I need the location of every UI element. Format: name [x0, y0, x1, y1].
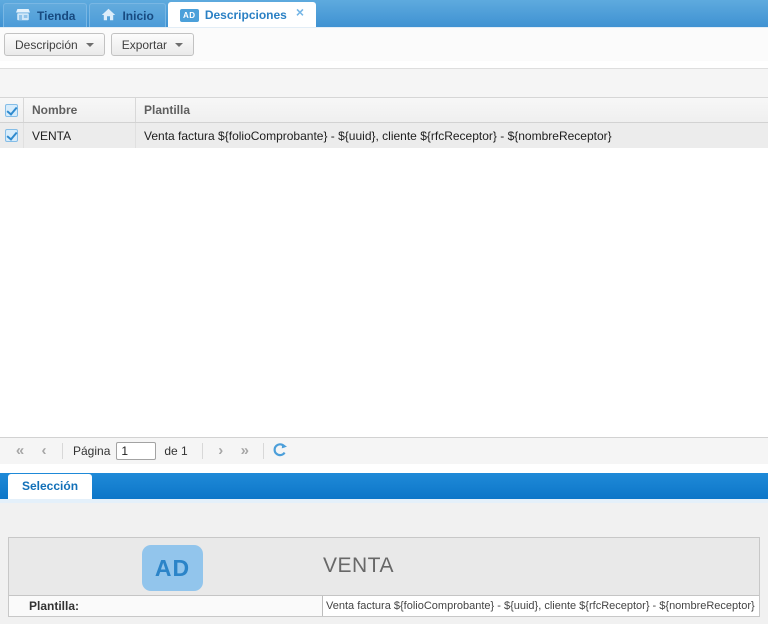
page-number-input[interactable]: [116, 442, 156, 460]
button-label: Exportar: [122, 38, 167, 52]
tab-label: Inicio: [122, 9, 153, 23]
selection-detail-card: AD VENTA Plantilla: Venta factura ${foli…: [8, 537, 760, 617]
exportar-menu-button[interactable]: Exportar: [111, 33, 194, 56]
next-page-button[interactable]: ›: [209, 441, 233, 461]
app-window: Tienda Inicio AD Descripciones × Descrip…: [0, 0, 768, 624]
selection-tabbar: Selección: [0, 473, 768, 499]
empty-dock-strip: [0, 68, 768, 97]
cell-plantilla: Venta factura ${folioComprobante} - ${uu…: [136, 123, 768, 148]
selection-panel-body: AD VENTA Plantilla: Venta factura ${foli…: [0, 503, 768, 624]
chevron-down-icon: [86, 43, 94, 47]
separator: [202, 443, 203, 459]
column-header-plantilla[interactable]: Plantilla: [136, 98, 768, 122]
chevron-down-icon: [175, 43, 183, 47]
ad-badge-icon: AD: [180, 9, 199, 22]
separator: [62, 443, 63, 459]
close-icon[interactable]: ×: [296, 7, 304, 17]
detail-card-header: AD VENTA: [9, 538, 759, 595]
separator: [263, 443, 264, 459]
grid-header: Nombre Plantilla: [0, 97, 768, 123]
refresh-icon: [272, 442, 288, 461]
tab-inicio[interactable]: Inicio: [89, 3, 165, 27]
prev-page-button[interactable]: ‹: [32, 441, 56, 461]
column-header-nombre[interactable]: Nombre: [24, 98, 136, 122]
plantilla-field-value: Venta factura ${folioComprobante} - ${uu…: [322, 596, 759, 616]
tab-label: Descripciones: [205, 8, 287, 22]
first-page-button[interactable]: «: [8, 441, 32, 461]
ad-large-icon: AD: [142, 545, 203, 591]
grid-toolbar: Descripción Exportar: [0, 27, 768, 61]
main-tabbar: Tienda Inicio AD Descripciones ×: [0, 0, 768, 27]
tab-label: Tienda: [37, 9, 75, 23]
table-row[interactable]: VENTA Venta factura ${folioComprobante} …: [0, 123, 768, 148]
cell-nombre: VENTA: [24, 123, 136, 148]
button-label: Descripción: [15, 38, 78, 52]
last-page-button[interactable]: »: [233, 441, 257, 461]
tab-seleccion[interactable]: Selección: [8, 474, 92, 499]
select-all-checkbox[interactable]: [5, 104, 18, 117]
descripcion-menu-button[interactable]: Descripción: [4, 33, 105, 56]
page-count-label: de 1: [164, 444, 187, 458]
store-icon: [15, 8, 31, 24]
refresh-button[interactable]: [272, 442, 288, 461]
home-icon: [101, 8, 116, 24]
tab-tienda[interactable]: Tienda: [3, 3, 87, 27]
row-select-cell: [0, 123, 24, 148]
row-select-checkbox[interactable]: [5, 129, 18, 142]
paging-toolbar: « ‹ Página de 1 › »: [0, 437, 768, 464]
select-all-cell: [0, 98, 24, 122]
pagina-label: Página: [73, 444, 110, 458]
detail-field-row: Plantilla: Venta factura ${folioComproba…: [9, 595, 759, 616]
detail-title: VENTA: [323, 554, 394, 578]
plantilla-field-label: Plantilla:: [9, 596, 322, 616]
tab-descripciones[interactable]: AD Descripciones ×: [168, 2, 316, 27]
